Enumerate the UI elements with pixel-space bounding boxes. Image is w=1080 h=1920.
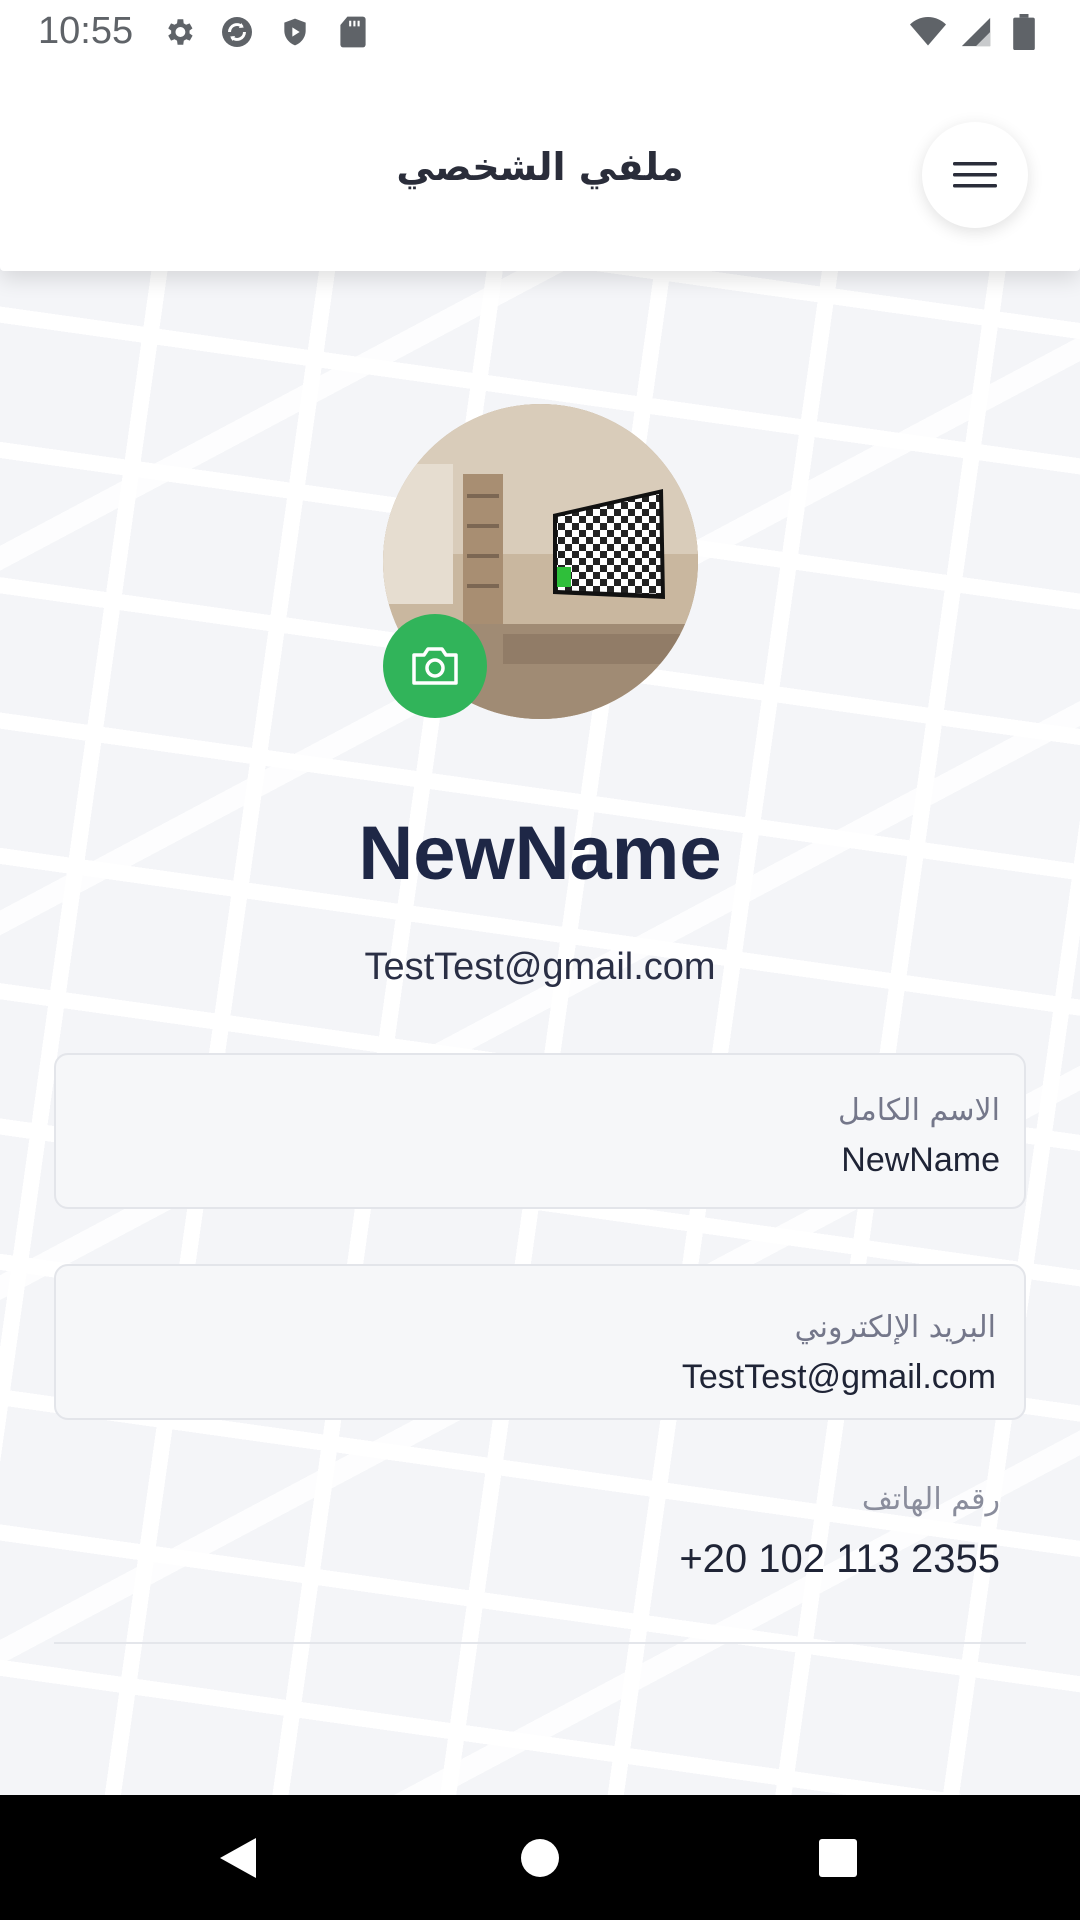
home-button[interactable] xyxy=(480,1795,600,1920)
menu-button[interactable] xyxy=(922,122,1028,228)
divider xyxy=(54,1642,1026,1644)
full-name-value: NewName xyxy=(841,1141,1000,1179)
full-name-field[interactable]: الاسم الكامل NewName xyxy=(54,1053,1026,1209)
phone-label: رقم الهاتف xyxy=(861,1482,1000,1517)
camera-icon xyxy=(412,647,458,685)
email-field[interactable]: البريد الإلكتروني TestTest@gmail.com xyxy=(54,1264,1026,1420)
phone-value[interactable]: +20 102 113 2355 xyxy=(679,1537,1000,1582)
page-title: ملفي الشخصي xyxy=(396,145,684,189)
app-header: ملفي الشخصي xyxy=(0,63,1080,271)
email-value: TestTest@gmail.com xyxy=(681,1358,996,1396)
settings-icon xyxy=(161,14,197,50)
hamburger-menu-icon xyxy=(953,162,997,188)
profile-email: TestTest@gmail.com xyxy=(364,946,716,988)
wifi-icon xyxy=(910,14,946,50)
recents-button[interactable] xyxy=(778,1795,898,1920)
full-name-label: الاسم الكامل xyxy=(837,1093,1000,1128)
email-label: البريد الإلكتروني xyxy=(794,1310,996,1345)
sync-icon xyxy=(219,14,255,50)
home-icon xyxy=(521,1838,559,1877)
battery-icon xyxy=(1006,13,1042,50)
recents-icon xyxy=(819,1838,857,1877)
profile-name: NewName xyxy=(358,811,722,896)
system-nav-bar xyxy=(0,1795,1080,1920)
status-bar: 10:55 xyxy=(0,0,1080,63)
profile-screen: 10:55 ملفي الشخصي NewName TestTest@gmail… xyxy=(0,0,1080,1920)
signal-icon xyxy=(958,14,994,50)
shield-play-icon xyxy=(277,14,313,50)
status-time: 10:55 xyxy=(38,10,134,52)
back-icon xyxy=(220,1837,256,1878)
sd-card-icon xyxy=(335,14,371,50)
back-button[interactable] xyxy=(178,1795,298,1920)
change-photo-button[interactable] xyxy=(383,614,487,718)
